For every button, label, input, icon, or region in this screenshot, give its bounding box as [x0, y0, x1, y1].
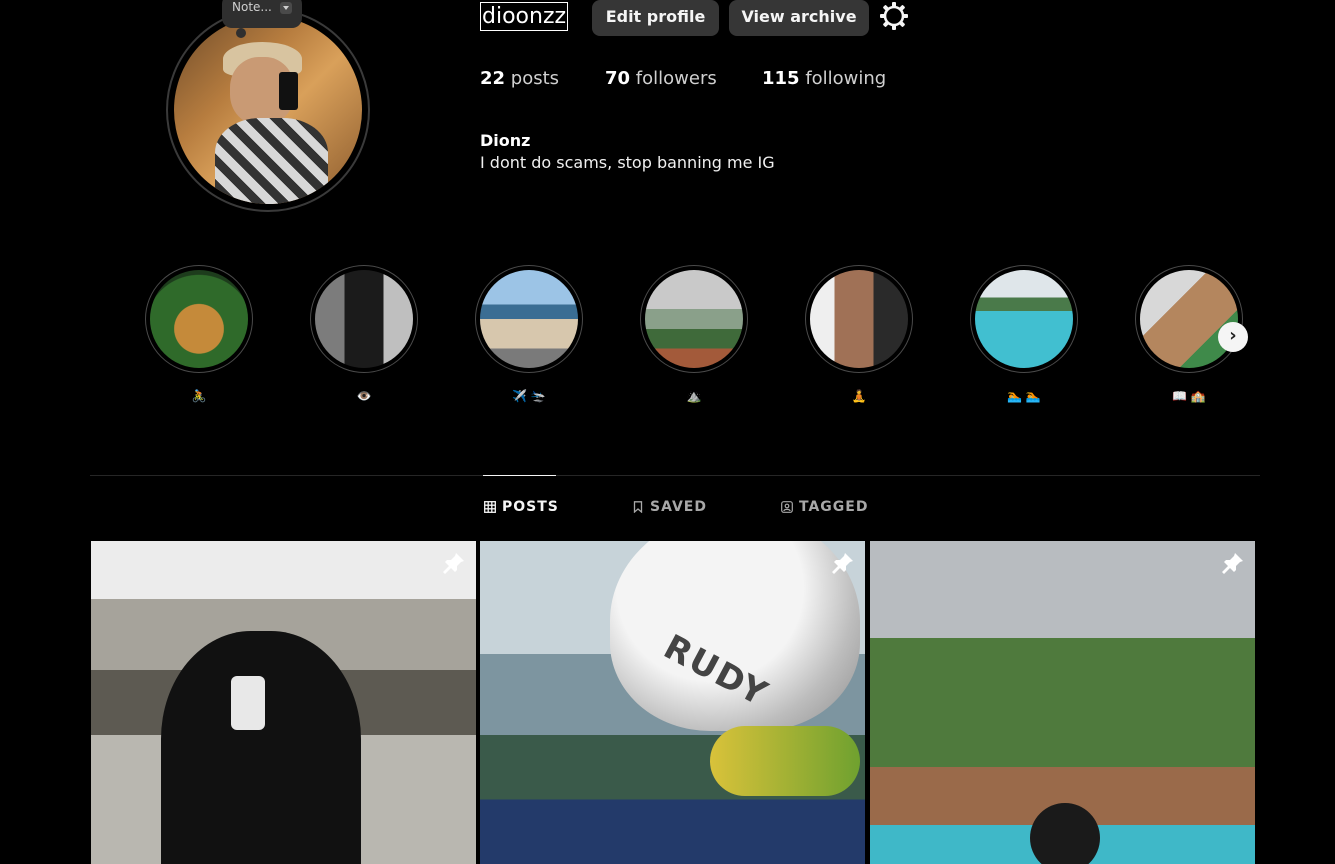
edit-profile-button[interactable]: Edit profile — [592, 0, 719, 36]
tab-tagged-label: TAGGED — [799, 499, 869, 515]
note-bubble-tail — [236, 28, 246, 38]
highlight-label: 🏊 🏊 — [1007, 389, 1041, 403]
highlight-item[interactable]: 🚴 — [145, 265, 253, 405]
posts-label: posts — [510, 68, 560, 89]
active-tab-indicator — [483, 475, 556, 476]
highlight-label: ✈️ 🛬 — [512, 389, 546, 403]
highlight-ring — [640, 265, 748, 373]
tab-saved[interactable]: SAVED — [632, 499, 707, 515]
posts-stat: 22 posts — [480, 68, 559, 89]
story-highlights: 🚴 👁️ ✈️ 🛬 ⛰️ 🧘 🏊 🏊 📖 🏫 — [145, 265, 1255, 415]
highlight-ring — [805, 265, 913, 373]
highlight-cover — [645, 270, 743, 368]
avatar-phone — [279, 72, 299, 110]
pin-icon — [1222, 553, 1243, 574]
highlight-label: 🧘 — [851, 389, 867, 403]
posts-count: 22 — [480, 68, 506, 89]
note-text: Note... — [232, 0, 272, 14]
highlight-ring — [1135, 265, 1243, 373]
grid-icon — [484, 501, 496, 513]
note-bubble[interactable]: Note... — [222, 0, 302, 28]
post-figure — [161, 631, 361, 864]
view-archive-button[interactable]: View archive — [729, 0, 869, 36]
highlight-ring — [970, 265, 1078, 373]
profile-username[interactable]: dioonzz — [480, 2, 569, 31]
gear-icon[interactable] — [879, 1, 909, 31]
followers-count: 70 — [605, 68, 631, 89]
highlight-cover — [1140, 270, 1238, 368]
bookmark-icon — [633, 501, 643, 513]
tab-tagged[interactable]: TAGGED — [781, 499, 868, 515]
profile-page: Note... dioonzz Edit profile View archiv… — [0, 0, 1335, 864]
post-thumbnail[interactable] — [91, 541, 476, 864]
profile-full-name: Dionz — [480, 131, 531, 150]
highlight-ring — [310, 265, 418, 373]
highlight-item[interactable]: ✈️ 🛬 — [475, 265, 583, 405]
highlight-ring — [145, 265, 253, 373]
tab-posts[interactable]: POSTS — [484, 499, 559, 515]
highlight-cover — [150, 270, 248, 368]
post-thumbnail[interactable] — [870, 541, 1255, 864]
avatar-image — [174, 16, 362, 204]
highlight-label: 🚴 — [191, 389, 207, 403]
avatar-shirt — [215, 117, 329, 204]
highlight-cover — [810, 270, 908, 368]
tabs-divider — [90, 475, 1260, 476]
chevron-right-icon[interactable]: › — [1218, 322, 1248, 352]
post-swimmer-head — [1030, 803, 1100, 864]
highlight-item[interactable]: ⛰️ — [640, 265, 748, 405]
pin-icon — [832, 553, 853, 574]
highlight-item[interactable]: 🏊 🏊 — [970, 265, 1078, 405]
post-thumbnail[interactable]: RUDY — [480, 541, 865, 864]
pin-icon — [443, 553, 464, 574]
followers-label: followers — [635, 68, 717, 89]
highlight-label: ⛰️ — [686, 389, 702, 403]
highlight-cover — [315, 270, 413, 368]
highlight-label: 👁️ — [356, 389, 372, 403]
following-count: 115 — [762, 68, 800, 89]
chevron-down-icon — [280, 2, 292, 14]
highlight-item[interactable]: 🧘 — [805, 265, 913, 405]
profile-avatar[interactable] — [166, 8, 370, 212]
post-phone — [231, 676, 265, 730]
highlight-ring — [475, 265, 583, 373]
tag-user-icon — [781, 501, 793, 513]
highlight-cover — [975, 270, 1073, 368]
tab-posts-label: POSTS — [502, 499, 559, 515]
highlight-item[interactable]: 👁️ — [310, 265, 418, 405]
following-stat[interactable]: 115 following — [762, 68, 886, 89]
post-goggles — [710, 726, 860, 796]
followers-stat[interactable]: 70 followers — [605, 68, 717, 89]
highlight-cover — [480, 270, 578, 368]
tab-saved-label: SAVED — [650, 499, 707, 515]
following-label: following — [805, 68, 887, 89]
highlight-label: 📖 🏫 — [1172, 389, 1206, 403]
profile-bio: I dont do scams, stop banning me IG — [480, 153, 775, 172]
